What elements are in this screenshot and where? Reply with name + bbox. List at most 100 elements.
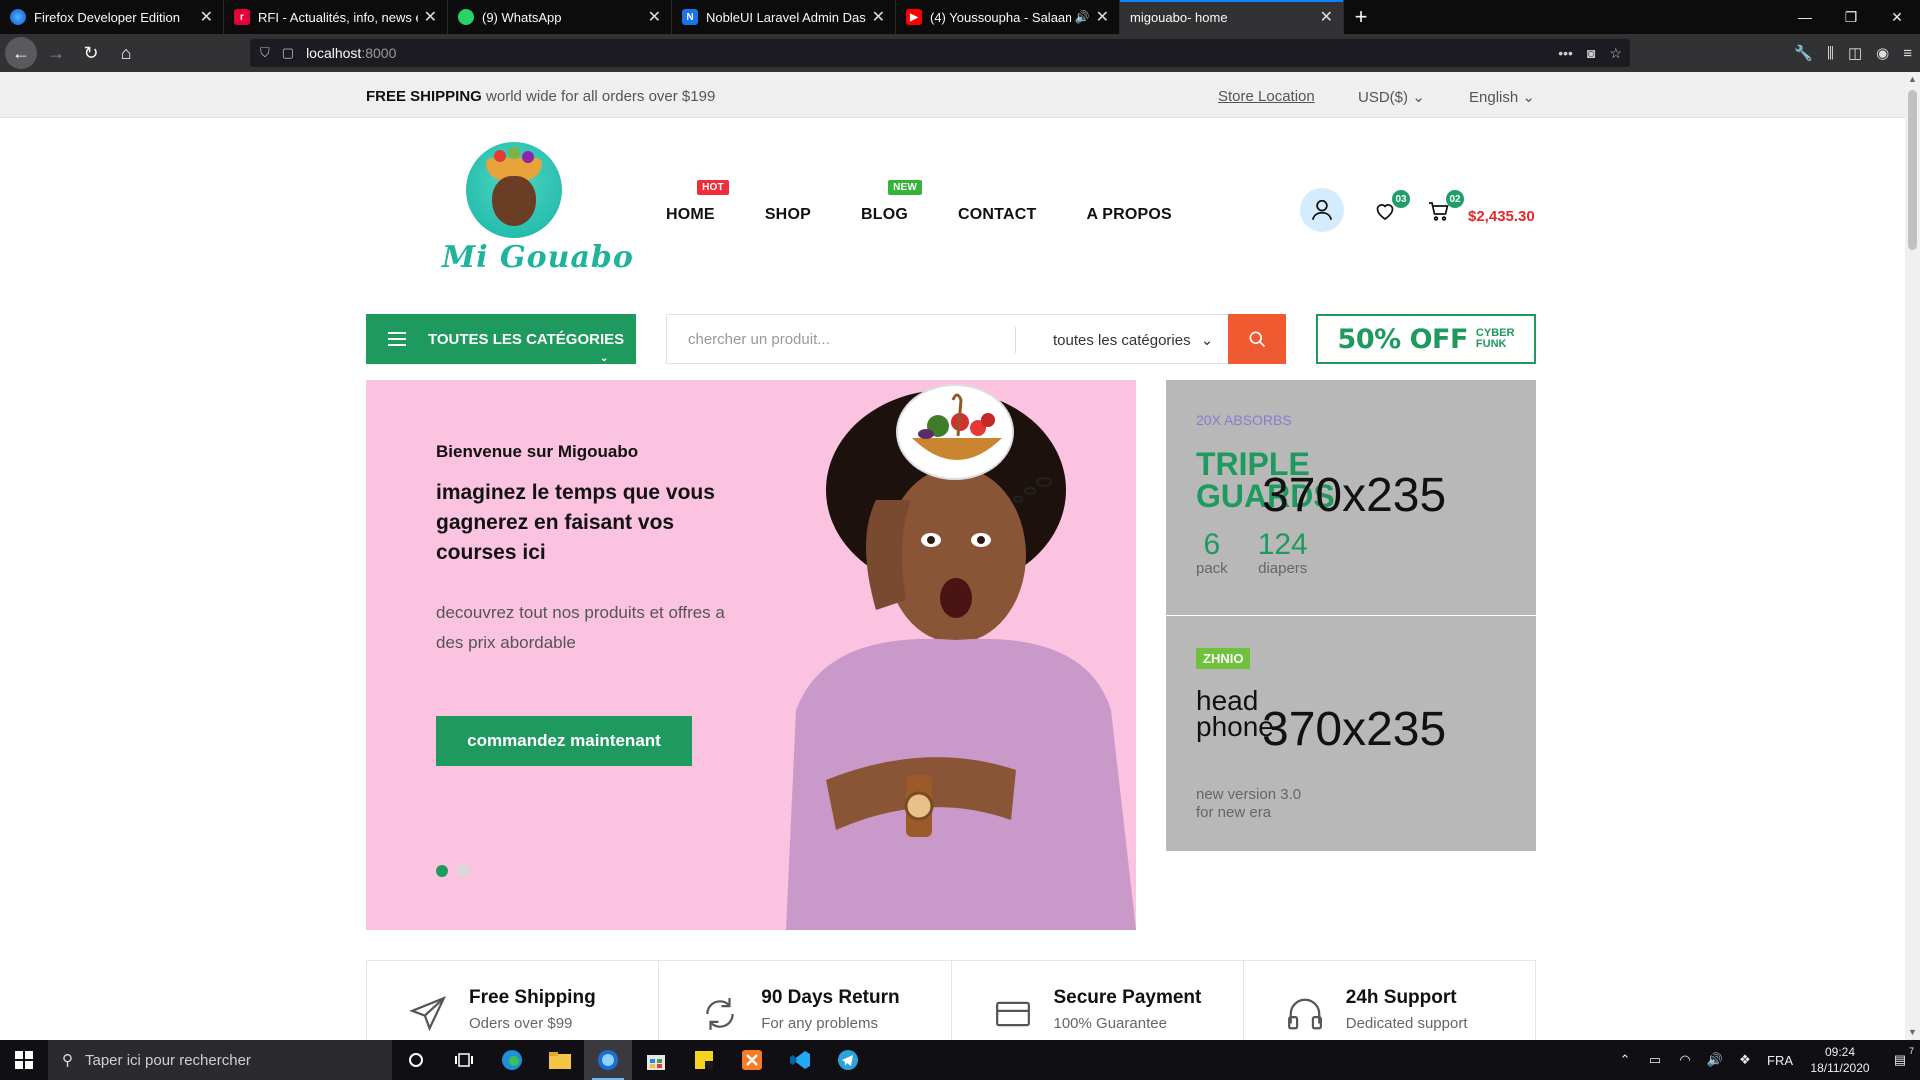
volume-icon[interactable]: 🔊 (1700, 1052, 1730, 1068)
taskbar-search[interactable]: ⚲ Taper ici pour rechercher (48, 1040, 392, 1080)
order-now-button[interactable]: commandez maintenant (436, 716, 692, 766)
wishlist-button[interactable]: 03 (1372, 190, 1410, 224)
more-actions-icon[interactable]: ••• (1558, 45, 1573, 62)
close-tab-icon[interactable]: ✕ (200, 7, 213, 27)
close-tab-icon[interactable]: ✕ (872, 7, 885, 27)
fruit-graphic (508, 147, 520, 159)
task-view-button[interactable] (440, 1040, 488, 1080)
chevron-up-icon[interactable]: ⌃ (1610, 1052, 1640, 1068)
sidebar-icon[interactable]: ◫ (1848, 44, 1862, 62)
cart-total[interactable]: $2,435.30 (1468, 208, 1535, 225)
nav-item-shop[interactable]: SHOP (765, 206, 811, 224)
tab-youtube[interactable]: ▶ (4) Youssoupha - Salaam (A 🔊 ✕ (896, 0, 1120, 34)
browser-toolbar-right: 🔧 ⫼ ◫ ◉ ≡ (1794, 34, 1912, 72)
notifications-button[interactable]: ▤ 7 (1880, 1046, 1920, 1068)
stat-label: diapers (1258, 560, 1308, 577)
close-tab-icon[interactable]: ✕ (1096, 7, 1109, 27)
tab-nobleui[interactable]: N NobleUI Laravel Admin Dashbo ✕ (672, 0, 896, 34)
cortana-circle-icon (409, 1053, 423, 1067)
side-banner-diapers[interactable]: 20X ABSORBS TRIPLE GUARDS 370x235 6 pack 1… (1166, 380, 1536, 615)
nav-item-home[interactable]: HOME HOT (666, 180, 729, 224)
reload-button[interactable]: ↻ (75, 37, 107, 69)
tab-label: RFI - Actualités, info, news en d (258, 9, 418, 25)
store-app[interactable] (632, 1040, 680, 1080)
url-port: :8000 (361, 45, 397, 61)
wifi-icon[interactable]: ◠ (1670, 1052, 1700, 1068)
back-button[interactable]: ← (5, 37, 37, 69)
menu-icon[interactable]: ≡ (1903, 45, 1912, 62)
banner-stat: 124 diapers (1258, 530, 1308, 578)
hero-welcome: Bienvenue sur Migouabo (436, 442, 639, 461)
close-tab-icon[interactable]: ✕ (424, 7, 437, 27)
restore-icon[interactable]: ❐ (1828, 0, 1874, 34)
close-tab-icon[interactable]: ✕ (1320, 7, 1333, 27)
slider-dot[interactable] (457, 865, 469, 877)
edge-app[interactable] (488, 1040, 536, 1080)
slider-dot-active[interactable] (436, 865, 448, 877)
devtools-wrench-icon[interactable]: 🔧 (1794, 44, 1813, 62)
thought-bubble-basket-image (896, 384, 1014, 480)
search-input[interactable] (668, 316, 1008, 362)
shield-icon[interactable]: ⛉ (260, 45, 270, 61)
new-tab-button[interactable]: + (1344, 0, 1378, 34)
battery-icon[interactable]: ▭ (1640, 1052, 1670, 1068)
hot-badge: HOT (697, 180, 729, 195)
site-logo[interactable]: Mi Gouabo (442, 142, 633, 292)
nav-item-contact[interactable]: CONTACT (958, 206, 1036, 224)
task-view-icon (455, 1053, 473, 1067)
side-banner-headphone[interactable]: ZHNIO head phone 370x235 new version 3.0 f… (1166, 616, 1536, 851)
xampp-app[interactable] (728, 1040, 776, 1080)
file-explorer-app[interactable] (536, 1040, 584, 1080)
account-icon[interactable]: ◉ (1876, 44, 1889, 62)
vegetable-basket-image (912, 393, 1002, 460)
stat-label: pack (1196, 560, 1228, 577)
nav-item-blog[interactable]: BLOG NEW (861, 180, 922, 224)
url-bar[interactable]: ⛉ ▢ localhost:8000 ••• ◙ ☆ (250, 39, 1630, 67)
vscode-app[interactable] (776, 1040, 824, 1080)
search-button[interactable] (1228, 314, 1286, 364)
minimize-icon[interactable]: — (1782, 0, 1828, 34)
category-select[interactable]: toutes les catégories ⌄ (1053, 331, 1213, 349)
cortana-button[interactable] (392, 1040, 440, 1080)
all-categories-button[interactable]: TOUTES LES CATÉGORIES ⌄ (366, 314, 636, 364)
chevron-down-icon: ⌄ (1200, 332, 1214, 349)
feature-subtitle: Dedicated support (1345, 1015, 1468, 1032)
pocket-icon[interactable]: ◙ (1587, 45, 1595, 62)
currency-selector[interactable]: USD($) ⌄ (1358, 88, 1425, 106)
scroll-down-arrow-icon[interactable]: ▼ (1905, 1025, 1920, 1040)
home-button[interactable]: ⌂ (110, 37, 142, 69)
scrollbar-thumb[interactable] (1908, 90, 1917, 250)
tab-whatsapp[interactable]: (9) WhatsApp ✕ (448, 0, 672, 34)
rfi-icon: r (234, 9, 250, 25)
forward-button[interactable]: → (40, 37, 72, 69)
tab-rfi[interactable]: r RFI - Actualités, info, news en d ✕ (224, 0, 448, 34)
tab-migouabo[interactable]: migouabo- home ✕ (1120, 0, 1344, 34)
bookmark-star-icon[interactable]: ☆ (1609, 45, 1622, 62)
speaker-icon[interactable]: 🔊 (1075, 10, 1090, 24)
tab-firefox-developer[interactable]: Firefox Developer Edition ✕ (0, 0, 224, 34)
account-button[interactable] (1300, 188, 1344, 232)
input-language[interactable]: FRA (1760, 1053, 1800, 1068)
search-icon (1249, 331, 1266, 348)
page-scrollbar[interactable]: ▲ ▼ (1905, 72, 1920, 1040)
thought-dots-icon (1013, 477, 1052, 503)
clock[interactable]: 09:24 18/11/2020 (1800, 1044, 1880, 1076)
image-placeholder-label: 370x235 (1262, 469, 1447, 522)
fruit-graphic (494, 150, 506, 162)
close-tab-icon[interactable]: ✕ (648, 7, 661, 27)
close-window-icon[interactable]: ✕ (1874, 0, 1920, 34)
telegram-app[interactable] (824, 1040, 872, 1080)
chevron-down-icon: ⌄ (1522, 89, 1535, 106)
cart-button[interactable]: 02 (1426, 190, 1464, 224)
nav-item-a-propos[interactable]: A PROPOS (1086, 206, 1171, 224)
firefox-dev-app[interactable] (584, 1040, 632, 1080)
sticky-notes-app[interactable] (680, 1040, 728, 1080)
language-selector[interactable]: English ⌄ (1469, 88, 1535, 106)
library-icon[interactable]: ⫼ (1827, 45, 1834, 62)
feature-title: Free Shipping (469, 987, 596, 1008)
start-button[interactable] (0, 1040, 48, 1080)
scroll-up-arrow-icon[interactable]: ▲ (1905, 72, 1920, 87)
promo-banner[interactable]: 50% OFF CYBER FUNK (1316, 314, 1536, 364)
store-location-link[interactable]: Store Location (1218, 88, 1315, 105)
dropbox-icon[interactable]: ❖ (1730, 1052, 1760, 1068)
